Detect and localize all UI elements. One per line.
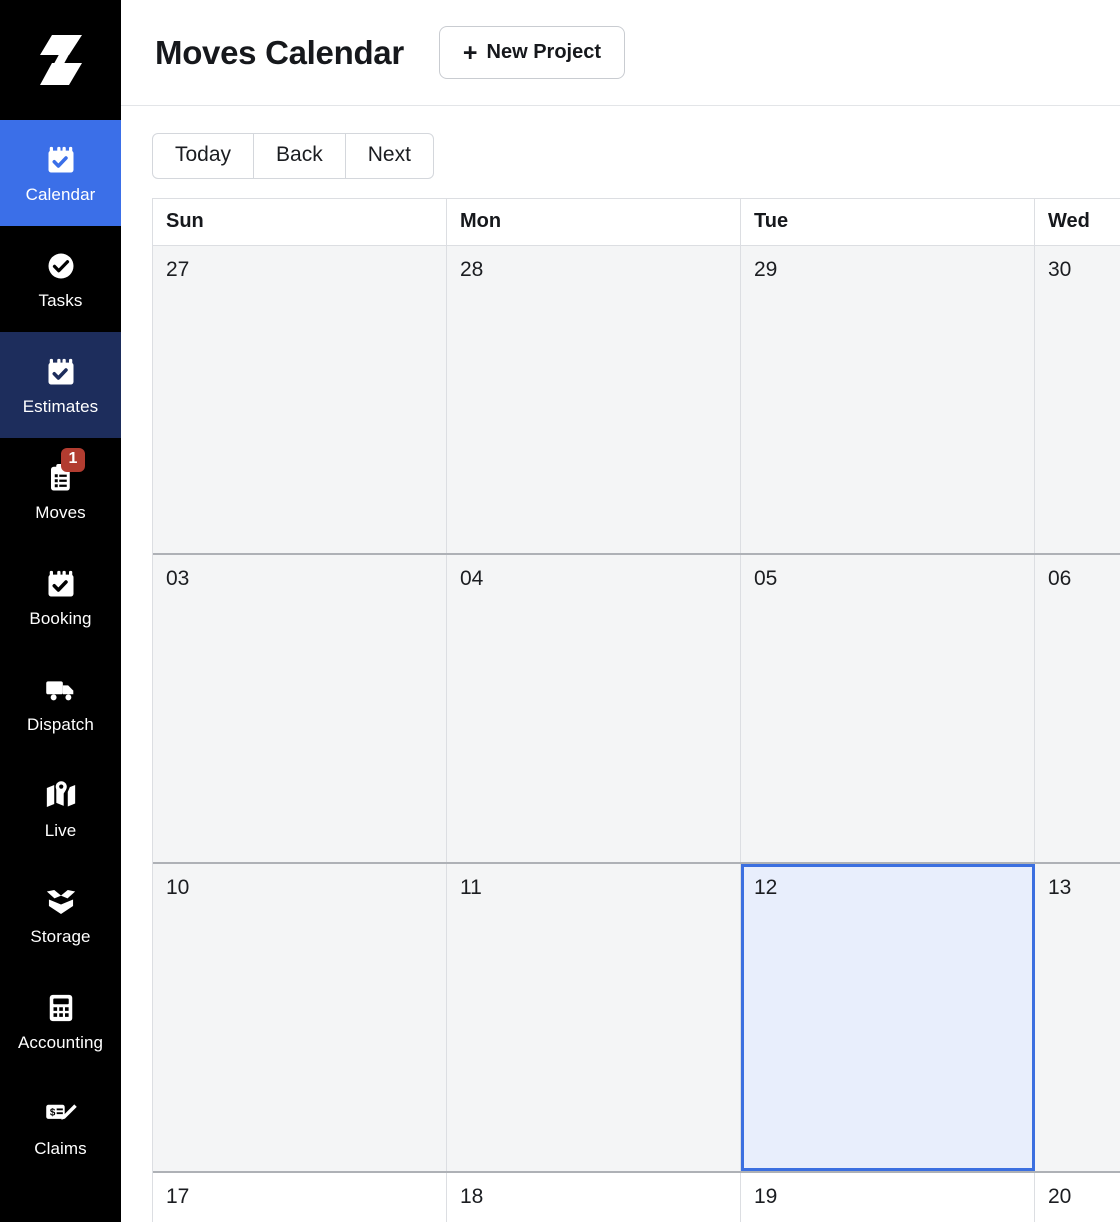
calendar-day-cell[interactable]: 17 (153, 1173, 447, 1222)
calendar-grid: Sun Mon Tue Wed 27 28 29 30 03 04 05 06 10 11 12 13 17 1… (152, 198, 1120, 1222)
calendar-day-cell[interactable]: 20 (1035, 1173, 1120, 1222)
map-pin-icon (44, 779, 78, 813)
lightning-bolt-logo-icon (39, 35, 82, 85)
calendar-day-cell[interactable]: 29 (741, 246, 1035, 553)
sidebar-item-calendar[interactable]: Calendar (0, 120, 121, 226)
nav-button-group: Today Back Next (152, 133, 434, 179)
truck-icon (44, 673, 78, 707)
invoice-edit-icon: $ (44, 1097, 78, 1131)
plus-icon: + (462, 38, 478, 67)
sidebar-item-live[interactable]: Live (0, 756, 121, 862)
notification-badge: 1 (60, 448, 86, 472)
sidebar-item-label: Moves (35, 503, 86, 522)
calendar-day-cell-selected[interactable]: 12 (741, 864, 1035, 1171)
calendar-check-icon (44, 355, 78, 389)
calendar-day-cell[interactable]: 30 (1035, 246, 1120, 553)
sidebar-item-label: Live (44, 821, 77, 840)
sidebar-item-tasks[interactable]: Tasks (0, 226, 121, 332)
calendar-day-cell[interactable]: 19 (741, 1173, 1035, 1222)
open-box-icon (44, 885, 78, 919)
calendar-day-cell[interactable]: 11 (447, 864, 741, 1171)
calendar-toolbar: Today Back Next (152, 133, 1120, 179)
sidebar-item-accounting[interactable]: Accounting (0, 968, 121, 1074)
calendar-column-header: Tue (741, 199, 1035, 246)
sidebar-item-label: Claims (34, 1139, 87, 1158)
sidebar-item-claims[interactable]: $ Claims (0, 1074, 121, 1180)
new-project-label: New Project (486, 41, 601, 63)
calendar-day-cell[interactable]: 18 (447, 1173, 741, 1222)
calendar-check-icon (44, 143, 78, 177)
page-title: Moves Calendar (155, 33, 404, 71)
sidebar-item-label: Tasks (38, 291, 83, 310)
sidebar-item-booking[interactable]: Booking (0, 544, 121, 650)
calendar-column-header: Wed (1035, 199, 1120, 246)
calendar-day-cell[interactable]: 28 (447, 246, 741, 553)
calendar-column-header: Mon (447, 199, 741, 246)
calendar-day-cell[interactable]: 04 (447, 555, 741, 862)
calendar-content: Today Back Next Sun Mon Tue Wed 27 28 29 30 03 0… (121, 106, 1120, 1222)
calculator-icon (44, 991, 78, 1025)
calendar-day-cell[interactable]: 06 (1035, 555, 1120, 862)
main-area: Moves Calendar + New Project Today Back … (121, 0, 1120, 1222)
check-circle-icon (44, 249, 78, 283)
top-header: Moves Calendar + New Project (121, 0, 1120, 106)
app-root: Calendar Tasks Estimates 1 Moves Booking Dispa… (0, 0, 1120, 1222)
svg-text:$: $ (49, 1108, 55, 1119)
new-project-button[interactable]: + New Project (438, 26, 625, 79)
back-button[interactable]: Back (253, 133, 346, 179)
sidebar-item-storage[interactable]: Storage (0, 862, 121, 968)
calendar-day-cell[interactable]: 10 (153, 864, 447, 1171)
calendar-week-row: 17 18 19 20 (153, 1173, 1120, 1222)
today-button[interactable]: Today (152, 133, 255, 179)
sidebar-item-profile[interactable] (0, 1180, 121, 1222)
sidebar-nav-list: Calendar Tasks Estimates 1 Moves Booking Dispa… (0, 120, 121, 1222)
sidebar-item-dispatch[interactable]: Dispatch (0, 650, 121, 756)
sidebar-item-label: Storage (30, 927, 91, 946)
sidebar-item-label: Booking (29, 609, 92, 628)
calendar-check-icon (44, 567, 78, 601)
sidebar: Calendar Tasks Estimates 1 Moves Booking Dispa… (0, 0, 121, 1222)
calendar-day-cell[interactable]: 27 (153, 246, 447, 553)
calendar-body: 27 28 29 30 03 04 05 06 10 11 12 13 17 18 19 20 (153, 246, 1120, 1222)
calendar-week-row: 10 11 12 13 (153, 864, 1120, 1173)
sidebar-item-estimates[interactable]: Estimates (0, 332, 121, 438)
calendar-header-row: Sun Mon Tue Wed (153, 199, 1120, 246)
sidebar-item-label: Estimates (22, 397, 99, 416)
sidebar-item-moves[interactable]: 1 Moves (0, 438, 121, 544)
calendar-week-row: 03 04 05 06 (153, 555, 1120, 864)
sidebar-item-label: Accounting (17, 1033, 104, 1052)
calendar-day-cell[interactable]: 03 (153, 555, 447, 862)
next-button[interactable]: Next (344, 133, 434, 179)
app-logo[interactable] (0, 0, 121, 120)
clipboard-list-icon: 1 (44, 448, 86, 495)
calendar-week-row: 27 28 29 30 (153, 246, 1120, 555)
calendar-day-cell[interactable]: 05 (741, 555, 1035, 862)
calendar-day-cell[interactable]: 13 (1035, 864, 1120, 1171)
calendar-column-header: Sun (153, 199, 447, 246)
sidebar-item-label: Calendar (25, 185, 96, 204)
sidebar-item-label: Dispatch (27, 715, 94, 734)
